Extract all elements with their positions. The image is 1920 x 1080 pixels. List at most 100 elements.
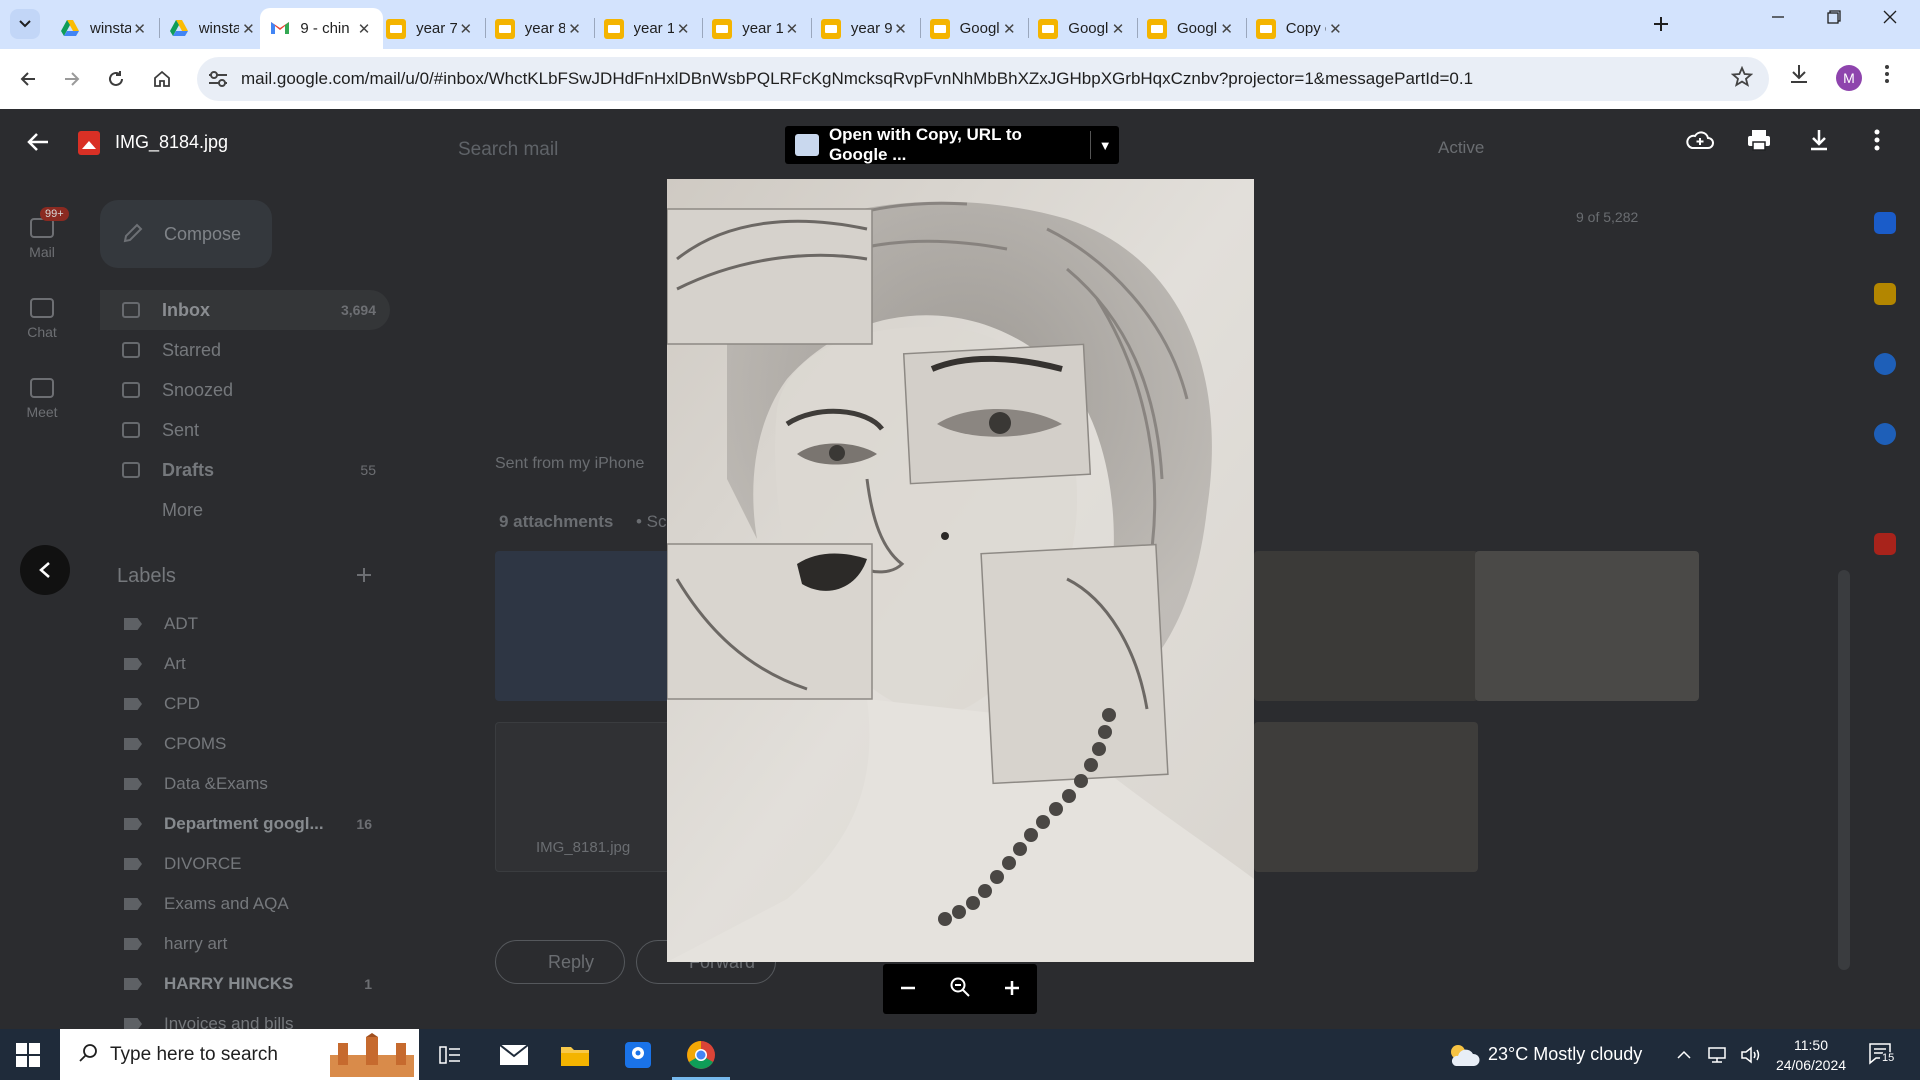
open-with-button[interactable]: Open with Copy, URL to Google ... ▼ [785, 125, 1119, 164]
browser-tab[interactable]: Googl ✕ [920, 8, 1029, 49]
browser-tab[interactable]: year 1 ✕ [594, 8, 703, 49]
taskbar-file-explorer[interactable] [557, 1037, 593, 1073]
arrow-right-icon [65, 72, 80, 86]
reload-button[interactable] [100, 63, 132, 95]
add-to-drive-button[interactable] [1686, 128, 1714, 159]
label-name: CPD [164, 694, 200, 713]
tab-search-button[interactable] [10, 9, 40, 39]
chrome-icon [687, 1041, 715, 1069]
task-view-button[interactable] [432, 1037, 468, 1073]
forward-button[interactable] [56, 63, 88, 95]
label-item[interactable]: CPOMS [100, 724, 390, 764]
taskbar-app[interactable] [620, 1037, 656, 1073]
zoom-in-button[interactable] [1002, 974, 1022, 1005]
downloads-button[interactable] [1788, 63, 1810, 91]
notification-center-button[interactable]: 15 [1868, 1042, 1897, 1066]
arrow-left-icon [27, 133, 48, 151]
tab-close-icon[interactable]: ✕ [1326, 20, 1344, 38]
restore-button[interactable] [1814, 8, 1854, 29]
volume-icon[interactable] [1740, 1045, 1762, 1064]
attachment-thumbnail[interactable] [1475, 551, 1699, 701]
weather-widget[interactable]: 23°C Mostly cloudy [1446, 1029, 1642, 1080]
tab-close-icon[interactable]: ✕ [355, 20, 373, 38]
tab-close-icon[interactable]: ✕ [565, 20, 583, 38]
browser-tab[interactable]: year 7 ✕ [376, 8, 485, 49]
label-item[interactable]: ADT [100, 604, 390, 644]
tab-close-icon[interactable]: ✕ [892, 20, 910, 38]
label-item[interactable]: DIVORCE [100, 844, 390, 884]
nav-more[interactable]: More [100, 490, 390, 530]
browser-tab[interactable]: year 1(✕ [702, 8, 811, 49]
browser-tab[interactable]: Googl ✕ [1137, 8, 1246, 49]
profile-avatar[interactable]: M [1836, 65, 1862, 91]
browser-tab[interactable]: year 9 ✕ [811, 8, 920, 49]
contacts-icon[interactable] [1874, 423, 1896, 445]
tab-close-icon[interactable]: ✕ [783, 20, 801, 38]
minimize-button[interactable] [1758, 8, 1798, 29]
tab-close-icon[interactable]: ✕ [1109, 20, 1127, 38]
tab-close-icon[interactable]: ✕ [131, 20, 149, 38]
rail-mail[interactable]: Mail [20, 218, 64, 260]
viewer-more-button[interactable] [1874, 128, 1880, 159]
rail-meet[interactable]: Meet [20, 378, 64, 420]
tasks-icon[interactable] [1874, 353, 1896, 375]
dropdown-arrow-icon[interactable]: ▼ [1091, 138, 1119, 153]
zoom-reset-button[interactable] [949, 974, 971, 1005]
tab-close-icon[interactable]: ✕ [239, 20, 257, 38]
message-counter: 9 of 5,282 [1576, 209, 1639, 225]
download-button[interactable] [1808, 128, 1830, 159]
message-scrollbar[interactable] [1838, 570, 1850, 970]
system-clock[interactable]: 11:50 24/06/2024 [1770, 1035, 1852, 1075]
label-item[interactable]: Data &Exams [100, 764, 390, 804]
keep-icon[interactable] [1874, 283, 1896, 305]
address-bar[interactable]: mail.google.com/mail/u/0/#inbox/WhctKLbF… [197, 57, 1769, 101]
tab-close-icon[interactable]: ✕ [674, 20, 692, 38]
viewer-back-button[interactable] [26, 129, 50, 160]
nav-starred[interactable]: Starred [100, 330, 390, 370]
attachment-thumbnail[interactable] [1254, 551, 1478, 701]
nav-sent[interactable]: Sent [100, 410, 390, 450]
browser-tab[interactable]: winstanley✕ [159, 8, 268, 49]
close-window-button[interactable] [1870, 8, 1910, 29]
nav-inbox[interactable]: Inbox 3,694 [100, 290, 390, 330]
browser-tab[interactable]: Googl ✕ [1028, 8, 1137, 49]
nav-drafts[interactable]: Drafts 55 [100, 450, 390, 490]
reply-button[interactable]: Reply [495, 940, 625, 984]
chevron-up-icon[interactable] [1676, 1050, 1692, 1060]
browser-tab[interactable]: Copy c✕ [1246, 8, 1355, 49]
zoom-out-button[interactable] [898, 974, 918, 1005]
label-item[interactable]: Department googl... 16 [100, 804, 390, 844]
calendar-icon[interactable] [1874, 212, 1896, 234]
collapse-button[interactable] [20, 545, 70, 595]
print-button[interactable] [1746, 128, 1772, 159]
label-item[interactable]: Art [100, 644, 390, 684]
browser-toolbar: mail.google.com/mail/u/0/#inbox/WhctKLbF… [0, 49, 1920, 109]
taskbar-chrome[interactable] [683, 1037, 719, 1073]
home-button[interactable] [146, 63, 178, 95]
attachment-thumbnail[interactable] [1254, 722, 1478, 872]
taskbar-search-input[interactable]: Type here to search [60, 1029, 419, 1080]
compose-button[interactable]: Compose [100, 200, 272, 268]
tab-title: winstanley [198, 20, 240, 37]
start-button[interactable] [16, 1043, 40, 1067]
add-label-button[interactable] [355, 563, 373, 591]
browser-menu-button[interactable] [1884, 63, 1890, 91]
tab-close-icon[interactable]: ✕ [1218, 20, 1236, 38]
nav-snoozed[interactable]: Snoozed [100, 370, 390, 410]
tab-close-icon[interactable]: ✕ [457, 20, 475, 38]
tab-close-icon[interactable]: ✕ [1000, 20, 1018, 38]
addon-icon[interactable] [1874, 533, 1896, 555]
browser-tab[interactable]: year 8 ✕ [485, 8, 594, 49]
label-item[interactable]: CPD [100, 684, 390, 724]
rail-chat[interactable]: Chat [20, 298, 64, 340]
label-item[interactable]: Exams and AQA [100, 884, 390, 924]
browser-tab[interactable]: winstanley✕ [50, 8, 159, 49]
network-icon[interactable] [1706, 1046, 1728, 1064]
label-item[interactable]: harry art [100, 924, 390, 964]
back-button[interactable] [12, 63, 44, 95]
taskbar-mail-app[interactable] [496, 1037, 532, 1073]
label-item[interactable]: HARRY HINCKS 1 [100, 964, 390, 1004]
new-tab-button[interactable] [1652, 12, 1670, 40]
browser-tab[interactable]: 9 - chin ✕ [260, 8, 384, 49]
bookmark-star-icon[interactable] [1731, 66, 1753, 88]
